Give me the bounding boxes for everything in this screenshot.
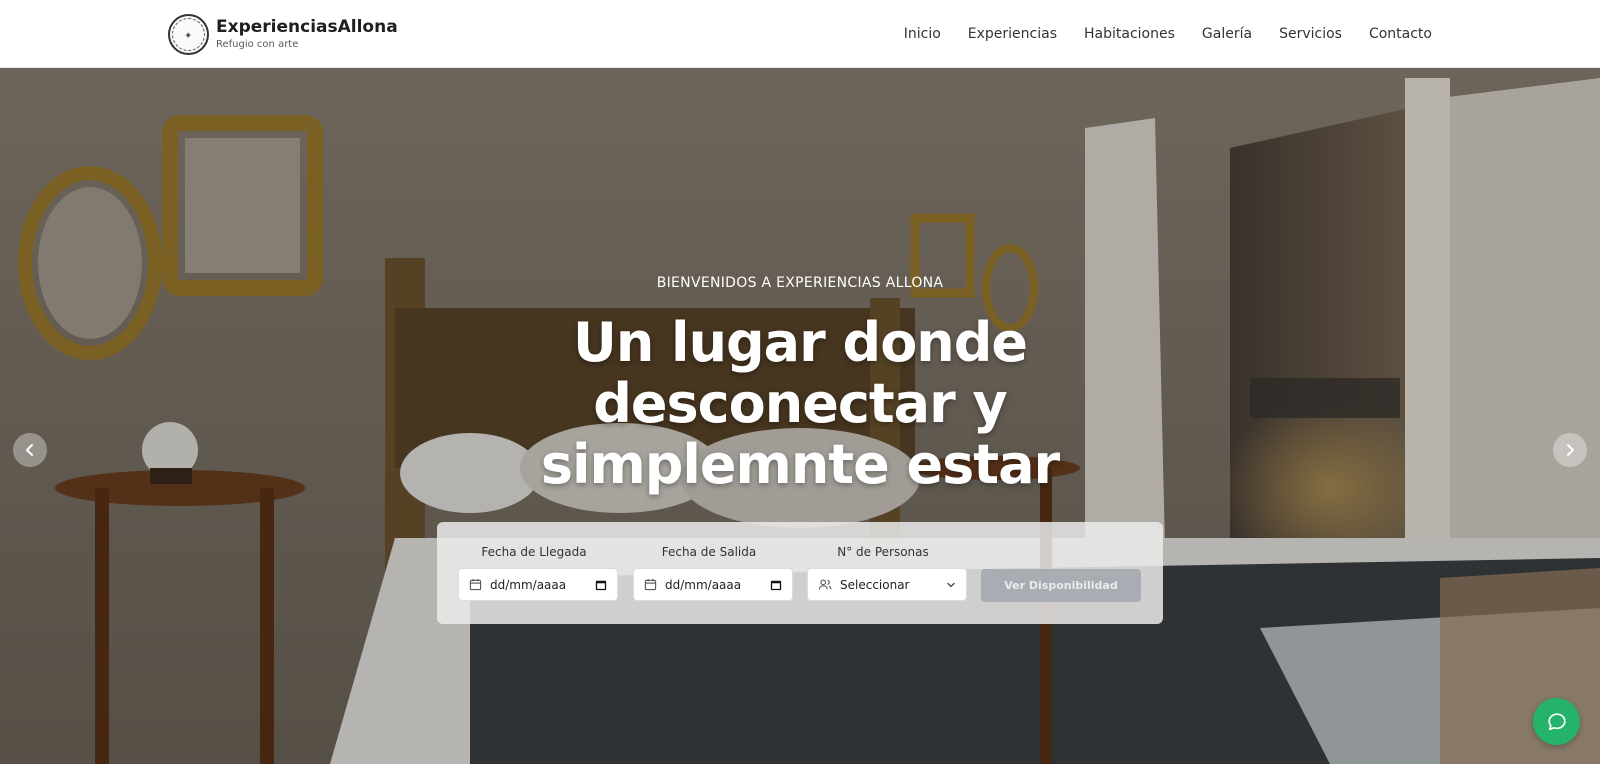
brand-logo-icon[interactable]: ◈ xyxy=(168,14,209,55)
hero-subtitle: BIENVENIDOS A EXPERIENCIAS ALLONA xyxy=(656,275,944,291)
date-picker-icon[interactable] xyxy=(595,579,607,591)
chat-bubble-icon xyxy=(1547,712,1566,730)
check-availability-button[interactable]: Ver Disponibilidad xyxy=(981,569,1141,602)
nav-link-contacto[interactable]: Contacto xyxy=(1369,24,1432,44)
nav-link-servicios[interactable]: Servicios xyxy=(1279,24,1342,44)
guests-field: N° de Personas Seleccionar xyxy=(807,544,967,601)
chevron-right-icon xyxy=(1567,444,1574,456)
booking-form: Fecha de Llegada dd/mm/aaaa Fecha de Sal… xyxy=(437,522,1163,624)
main-nav: Inicio Experiencias Habitaciones Galería… xyxy=(904,24,1432,44)
hero-section: BIENVENIDOS A EXPERIENCIAS ALLONA Un lug… xyxy=(0,68,1600,764)
nav-link-habitaciones[interactable]: Habitaciones xyxy=(1084,24,1175,44)
arrival-date-input[interactable]: dd/mm/aaaa xyxy=(458,568,618,601)
carousel-prev-button[interactable] xyxy=(13,433,47,467)
hero-title: Un lugar donde desconectar y simplemnte … xyxy=(540,311,1060,496)
chevron-left-icon xyxy=(26,444,33,456)
guests-select[interactable]: Seleccionar xyxy=(807,568,967,601)
departure-date-label: Fecha de Salida xyxy=(661,545,757,559)
nav-link-inicio[interactable]: Inicio xyxy=(904,24,941,44)
date-picker-icon[interactable] xyxy=(770,579,782,591)
users-icon xyxy=(818,579,832,590)
nav-link-experiencias[interactable]: Experiencias xyxy=(968,24,1057,44)
chevron-down-icon xyxy=(947,582,955,587)
site-header: ◈ ExperienciasAllona Refugio con arte In… xyxy=(0,0,1600,68)
departure-date-placeholder: dd/mm/aaaa xyxy=(665,577,742,592)
arrival-date-field: Fecha de Llegada dd/mm/aaaa xyxy=(458,544,618,601)
nav-link-galeria[interactable]: Galería xyxy=(1202,24,1252,44)
calendar-icon xyxy=(644,578,657,591)
brand-name[interactable]: ExperienciasAllona xyxy=(216,17,398,37)
departure-date-input[interactable]: dd/mm/aaaa xyxy=(633,568,793,601)
chat-button[interactable] xyxy=(1533,698,1580,745)
brand-tagline: Refugio con arte xyxy=(216,39,299,50)
guests-select-value: Seleccionar xyxy=(840,577,910,592)
calendar-icon xyxy=(469,578,482,591)
arrival-date-label: Fecha de Llegada xyxy=(481,545,587,559)
carousel-next-button[interactable] xyxy=(1553,433,1587,467)
guests-label: N° de Personas xyxy=(837,545,929,559)
brand[interactable]: ◈ ExperienciasAllona Refugio con arte xyxy=(168,14,398,55)
departure-date-field: Fecha de Salida dd/mm/aaaa xyxy=(633,544,793,601)
arrival-date-placeholder: dd/mm/aaaa xyxy=(490,577,567,592)
